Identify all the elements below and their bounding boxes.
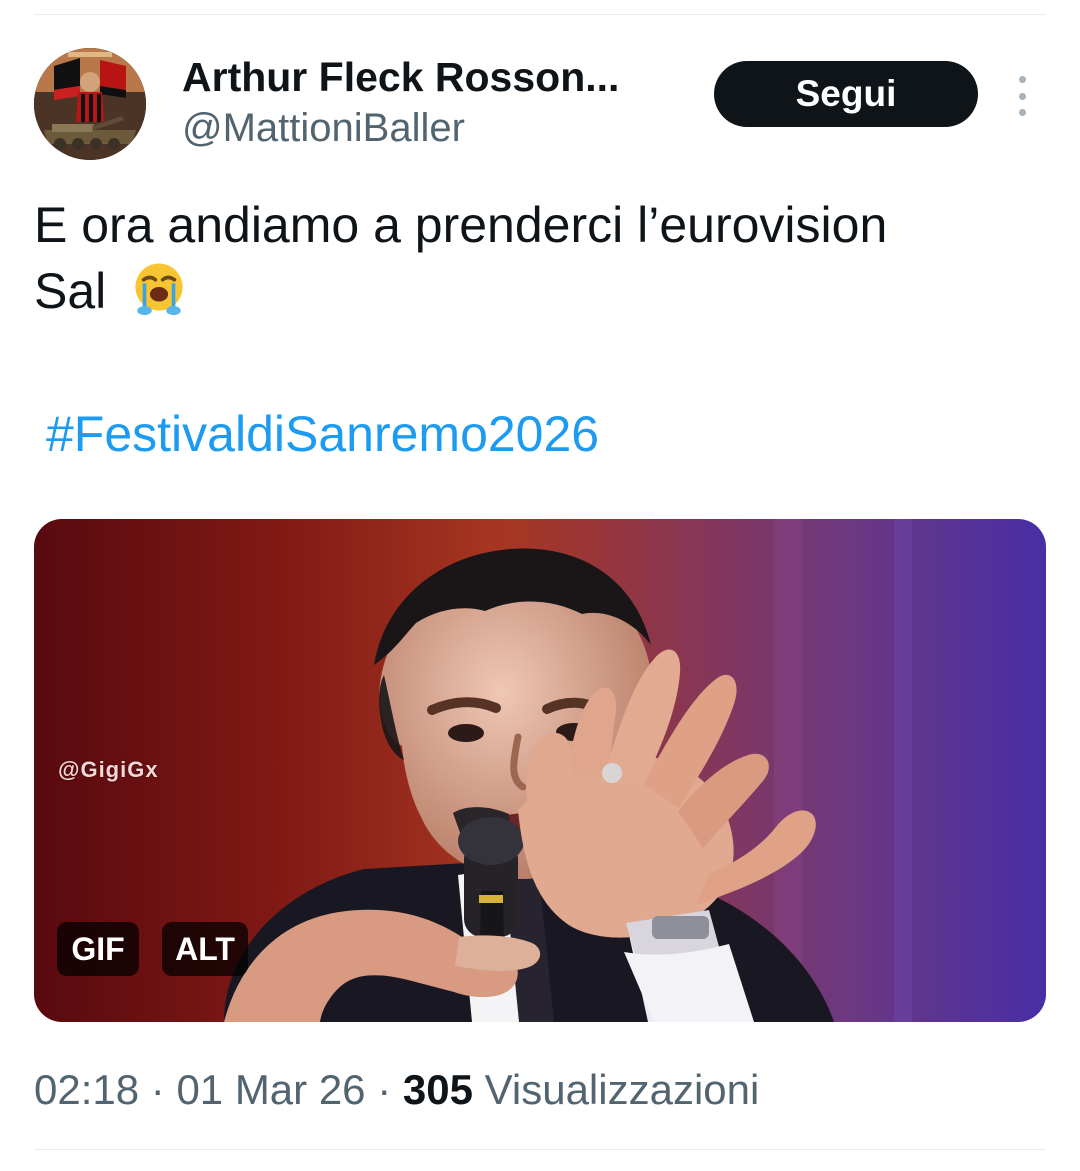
crying-face-icon xyxy=(135,263,183,316)
views-label[interactable]: Visualizzazioni xyxy=(473,1066,760,1113)
more-options-icon[interactable] xyxy=(1010,76,1034,116)
tweet-text-line-2-text: Sal xyxy=(34,263,107,319)
gif-watermark: @GigiGx xyxy=(58,757,159,782)
tweet-text: E ora andiamo a prenderci l’eurovision S… xyxy=(34,192,1034,324)
more-options-dot xyxy=(1018,109,1026,116)
tweet-date[interactable]: 01 Mar 26 xyxy=(176,1066,365,1113)
tweet-time[interactable]: 02:18 xyxy=(34,1066,139,1113)
avatar-image xyxy=(34,48,146,160)
author-names: Arthur Fleck Rosson... @MattioniBaller xyxy=(182,52,702,154)
tweet-header: Arthur Fleck Rosson... @MattioniBaller S… xyxy=(34,48,1046,166)
gif-badge[interactable]: GIF xyxy=(57,922,139,976)
meta-separator-2: · xyxy=(365,1066,403,1113)
top-divider xyxy=(34,14,1046,15)
meta-separator-1: · xyxy=(139,1066,177,1113)
follow-button[interactable]: Segui xyxy=(714,61,978,127)
bottom-divider xyxy=(34,1149,1046,1150)
avatar[interactable] xyxy=(34,48,146,160)
views-count[interactable]: 305 xyxy=(403,1066,473,1113)
alt-badge[interactable]: ALT xyxy=(162,922,248,976)
author-display-name[interactable]: Arthur Fleck Rosson... xyxy=(182,52,702,102)
author-handle[interactable]: @MattioniBaller xyxy=(182,102,702,154)
tweet-text-line-1: E ora andiamo a prenderci l’eurovision xyxy=(34,197,888,253)
tweet-meta: 02:18 · 01 Mar 26 · 305 Visualizzazioni xyxy=(34,1064,759,1116)
hashtag-link[interactable]: #FestivaldiSanremo2026 xyxy=(46,404,599,464)
more-options-dot xyxy=(1018,92,1026,100)
tweet-text-line-2: Sal xyxy=(34,258,1034,324)
more-options-dot xyxy=(1018,76,1026,83)
